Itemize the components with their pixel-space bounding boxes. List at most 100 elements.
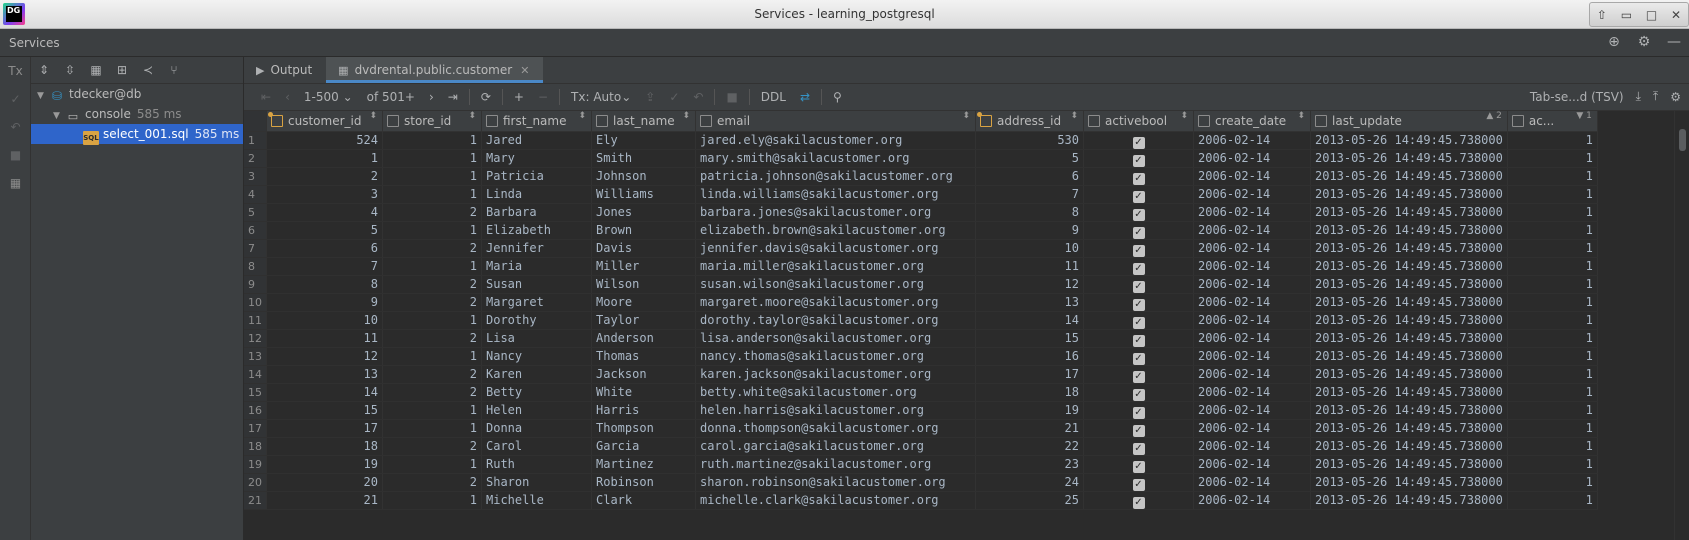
table-cell[interactable]: Ely <box>591 131 696 150</box>
table-cell[interactable]: 1 <box>1507 203 1598 222</box>
table-cell-activebool[interactable]: ✓ <box>1083 383 1194 402</box>
table-cell[interactable]: karen.jackson@sakilacustomer.org <box>695 365 976 384</box>
table-cell[interactable]: Jackson <box>591 365 696 384</box>
table-cell[interactable]: 8 <box>266 275 383 294</box>
table-cell[interactable]: 1 <box>1507 365 1598 384</box>
table-cell[interactable]: 1 <box>1507 275 1598 294</box>
table-cell-activebool[interactable]: ✓ <box>1083 473 1194 492</box>
table-cell[interactable]: Martinez <box>591 455 696 474</box>
group-by-icon[interactable]: ▦ <box>87 61 105 79</box>
table-cell-activebool[interactable]: ✓ <box>1083 293 1194 312</box>
expand-all-icon[interactable]: ⇕ <box>35 61 53 79</box>
table-cell[interactable]: 15 <box>266 401 383 420</box>
checkbox-checked-icon[interactable]: ✓ <box>1132 154 1145 166</box>
tree-item-console[interactable]: ▼ ▭ console 585 ms <box>31 104 243 124</box>
table-cell[interactable]: 20 <box>266 473 383 492</box>
submit-icon[interactable]: ⇪ <box>638 90 662 104</box>
table-cell[interactable]: 19 <box>975 401 1084 420</box>
table-cell[interactable]: donna.thompson@sakilacustomer.org <box>695 419 976 438</box>
tx-mode-dropdown[interactable]: Tx: Auto⌄ <box>564 90 638 104</box>
table-row[interactable]: 4 3 1 Linda Williams linda.williams@sakilacus… <box>244 185 1598 204</box>
table-cell[interactable]: Jennifer <box>481 239 592 258</box>
table-cell[interactable]: 2 <box>382 383 482 402</box>
table-cell[interactable]: 19 <box>266 455 383 474</box>
new-session-icon[interactable]: ⊞ <box>113 61 131 79</box>
table-cell[interactable]: 3 <box>266 185 383 204</box>
settings-icon[interactable]: ⚙ <box>1670 90 1681 104</box>
table-cell[interactable]: 2006-02-14 <box>1193 383 1311 402</box>
sort-indicator-icon[interactable]: ▼ 1 <box>1576 111 1592 121</box>
checkbox-checked-icon[interactable]: ✓ <box>1132 298 1145 310</box>
row-number[interactable]: 7 <box>244 239 267 258</box>
table-cell[interactable]: 1 <box>1507 257 1598 276</box>
table-cell[interactable]: 1 <box>382 185 482 204</box>
vertical-scrollbar[interactable] <box>1674 111 1689 540</box>
table-row[interactable]: 5 4 2 Barbara Jones barbara.jones@sakilacusto… <box>244 203 1598 222</box>
table-cell[interactable]: 22 <box>975 437 1084 456</box>
table-cell[interactable]: 1 <box>382 149 482 168</box>
row-number[interactable]: 4 <box>244 185 267 204</box>
sort-indicator-icon[interactable]: ⬍ <box>1070 111 1078 121</box>
shade-window-button[interactable]: ⇧ <box>1597 8 1607 22</box>
table-cell[interactable]: Helen <box>481 401 592 420</box>
table-cell[interactable]: 2013-05-26 14:49:45.738000 <box>1310 275 1508 294</box>
table-cell[interactable]: Anderson <box>591 329 696 348</box>
table-cell[interactable]: 2006-02-14 <box>1193 149 1311 168</box>
add-row-icon[interactable]: + <box>507 90 531 104</box>
table-row[interactable]: 15 14 2 Betty White betty.white@sakilacustome… <box>244 383 1598 402</box>
table-cell[interactable]: 2006-02-14 <box>1193 239 1311 258</box>
scrollbar-thumb[interactable] <box>1679 129 1686 151</box>
export-icon[interactable]: ⤓ <box>1636 89 1641 104</box>
table-cell[interactable]: Elizabeth <box>481 221 592 240</box>
table-cell[interactable]: 2006-02-14 <box>1193 419 1311 438</box>
sort-indicator-icon[interactable]: ⬍ <box>1297 111 1305 121</box>
row-number[interactable]: 10 <box>244 293 267 312</box>
column-header-activebool[interactable]: activebool ⬍ <box>1083 111 1194 132</box>
table-cell[interactable]: 13 <box>266 365 383 384</box>
next-page-icon[interactable]: › <box>422 90 441 104</box>
table-cell[interactable]: 2006-02-14 <box>1193 365 1311 384</box>
table-cell-activebool[interactable]: ✓ <box>1083 311 1194 330</box>
checkbox-checked-icon[interactable]: ✓ <box>1132 316 1145 328</box>
column-header-address-id[interactable]: address_id ⬍ <box>975 111 1084 132</box>
table-cell[interactable]: 2013-05-26 14:49:45.738000 <box>1310 491 1508 510</box>
table-row[interactable]: 3 2 1 Patricia Johnson patricia.johnson@sakil… <box>244 167 1598 186</box>
pin-tab-icon[interactable]: ⚲ <box>826 90 849 104</box>
table-cell[interactable]: Karen <box>481 365 592 384</box>
table-cell[interactable]: Smith <box>591 149 696 168</box>
table-row[interactable]: 10 9 2 Margaret Moore margaret.moore@sakilacu… <box>244 293 1598 312</box>
table-cell-activebool[interactable]: ✓ <box>1083 275 1194 294</box>
table-cell[interactable]: 16 <box>975 347 1084 366</box>
checkbox-checked-icon[interactable]: ✓ <box>1132 442 1145 454</box>
column-header-last-name[interactable]: last_name ⬍ <box>591 111 696 132</box>
table-cell[interactable]: 2006-02-14 <box>1193 275 1311 294</box>
table-row[interactable]: 13 12 1 Nancy Thomas nancy.thomas@sakilacusto… <box>244 347 1598 366</box>
table-cell[interactable]: 2 <box>266 167 383 186</box>
layout-icon[interactable]: ▦ <box>0 169 31 197</box>
maximize-window-button[interactable]: □ <box>1646 8 1657 22</box>
table-cell[interactable]: 2006-02-14 <box>1193 437 1311 456</box>
table-cell[interactable]: Robinson <box>591 473 696 492</box>
table-cell[interactable]: 2013-05-26 14:49:45.738000 <box>1310 329 1508 348</box>
table-cell[interactable]: 1 <box>382 167 482 186</box>
table-cell[interactable]: linda.williams@sakilacustomer.org <box>695 185 976 204</box>
target-icon[interactable]: ⊕ <box>1605 33 1623 51</box>
table-row[interactable]: 17 17 1 Donna Thompson donna.thompson@sakilac… <box>244 419 1598 438</box>
table-cell[interactable]: Johnson <box>591 167 696 186</box>
column-header-last-update[interactable]: last_update ▲ 2 <box>1310 111 1508 132</box>
table-cell[interactable]: lisa.anderson@sakilacustomer.org <box>695 329 976 348</box>
table-cell[interactable]: 524 <box>266 131 383 150</box>
table-cell[interactable]: 13 <box>975 293 1084 312</box>
table-cell[interactable]: Williams <box>591 185 696 204</box>
table-cell[interactable]: 2 <box>382 275 482 294</box>
table-cell[interactable]: 2013-05-26 14:49:45.738000 <box>1310 365 1508 384</box>
checkbox-checked-icon[interactable]: ✓ <box>1132 190 1145 202</box>
table-cell-activebool[interactable]: ✓ <box>1083 221 1194 240</box>
table-cell[interactable]: 1 <box>382 131 482 150</box>
column-header-store-id[interactable]: store_id ⬍ <box>382 111 482 132</box>
row-number[interactable]: 11 <box>244 311 267 330</box>
table-cell[interactable]: 1 <box>1507 383 1598 402</box>
table-row[interactable]: 12 11 2 Lisa Anderson lisa.anderson@sakilacus… <box>244 329 1598 348</box>
table-cell[interactable]: 1 <box>382 347 482 366</box>
table-row[interactable]: 1 524 1 Jared Ely jared.ely@sakilacustomer.or… <box>244 131 1598 150</box>
